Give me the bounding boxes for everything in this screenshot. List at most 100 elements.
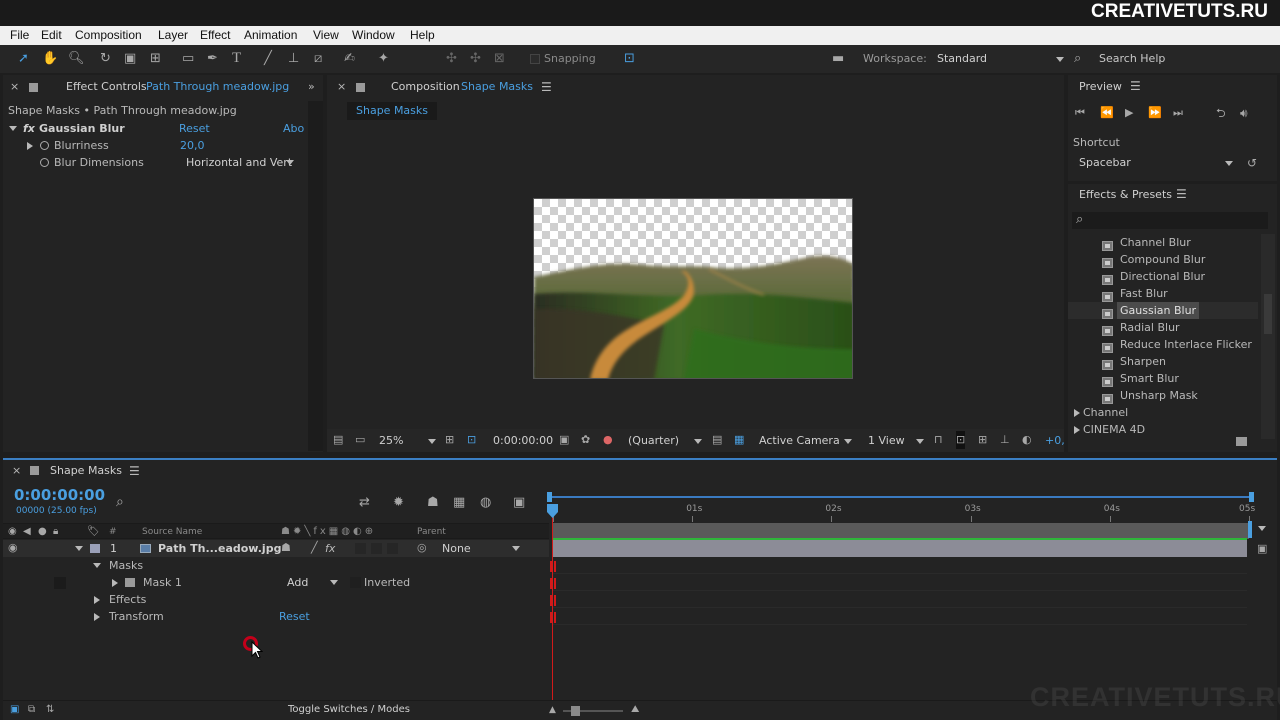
- menu-window[interactable]: Window: [352, 26, 395, 45]
- playhead-handle[interactable]: [547, 504, 558, 518]
- eraser-tool-icon[interactable]: ⧄: [314, 50, 322, 68]
- zoom-in-icon[interactable]: ⛰: [631, 701, 639, 719]
- transform-reset-link[interactable]: Reset: [279, 608, 310, 625]
- hand-tool-icon[interactable]: ✋: [42, 50, 58, 68]
- zoom-time-icon[interactable]: [1258, 526, 1266, 531]
- fx-switch[interactable]: fx: [325, 540, 335, 557]
- mask-mode-dropdown-icon[interactable]: [330, 580, 338, 585]
- mask-mode-select[interactable]: Add: [287, 574, 308, 591]
- resolution-dropdown-icon[interactable]: [694, 439, 702, 444]
- transform-expand-icon[interactable]: [94, 613, 100, 621]
- effects-expand-icon[interactable]: [94, 596, 100, 604]
- menu-layer[interactable]: Layer: [158, 26, 188, 45]
- graph-editor-icon[interactable]: ▣: [513, 494, 525, 512]
- lock-icon[interactable]: [356, 83, 365, 92]
- loop-icon[interactable]: ⮌: [1216, 104, 1226, 122]
- panel-overflow-icon[interactable]: »: [308, 75, 315, 99]
- lock-icon[interactable]: [29, 83, 38, 92]
- transform-row[interactable]: Transform Reset: [3, 608, 549, 625]
- transfer-controls-icon[interactable]: ⧉: [28, 701, 35, 719]
- motion-blur-icon[interactable]: ◍: [480, 494, 491, 512]
- exposure-value[interactable]: +0,: [1045, 429, 1065, 452]
- layer-switches-icon[interactable]: ▣: [10, 701, 19, 719]
- blur-dimensions-select[interactable]: Horizontal and Vert: [186, 154, 292, 171]
- toggle-pixel-icon[interactable]: ⊓: [934, 431, 943, 449]
- effects-scroll-thumb[interactable]: [1264, 294, 1272, 334]
- effect-item[interactable]: Channel Blur: [1068, 234, 1258, 251]
- axis-view-icon[interactable]: ⊠: [494, 50, 505, 68]
- flowchart-icon[interactable]: ⊞: [978, 431, 987, 449]
- channel-icon[interactable]: ●: [603, 431, 613, 449]
- camera-tool-icon[interactable]: ▣: [124, 50, 136, 68]
- draft3d-toggle-icon[interactable]: ✹: [393, 494, 404, 512]
- mask1-row[interactable]: Mask 1 Add Inverted: [3, 574, 549, 591]
- effect-category[interactable]: CINEMA 4D: [1068, 421, 1258, 438]
- always-preview-icon[interactable]: ▤: [333, 431, 343, 449]
- pick-whip-icon[interactable]: ◎: [417, 539, 427, 557]
- effect-item[interactable]: Compound Blur: [1068, 251, 1258, 268]
- shy-layers-icon[interactable]: ☗: [427, 494, 439, 512]
- navigator-start-handle[interactable]: [547, 492, 552, 502]
- effect-item[interactable]: Directional Blur: [1068, 268, 1258, 285]
- workspace-select[interactable]: Standard: [937, 52, 987, 65]
- layer-duration-bar[interactable]: [553, 540, 1247, 557]
- menu-animation[interactable]: Animation: [244, 26, 297, 45]
- fast-previews-icon[interactable]: ▤: [712, 431, 722, 449]
- menu-help[interactable]: Help: [410, 26, 435, 45]
- navigator-end-handle[interactable]: [1249, 492, 1254, 502]
- clone-stamp-tool-icon[interactable]: ⊥: [288, 50, 299, 68]
- close-icon[interactable]: ×: [337, 75, 346, 99]
- mask-color-swatch[interactable]: [125, 578, 135, 587]
- pan-behind-tool-icon[interactable]: ⊞: [150, 50, 161, 68]
- column-source-name[interactable]: Source Name: [142, 524, 202, 540]
- rectangle-tool-icon[interactable]: ▭: [182, 50, 194, 68]
- expand-icon[interactable]: [27, 142, 33, 150]
- monitor-icon[interactable]: ▭: [355, 431, 365, 449]
- previous-frame-icon[interactable]: ⏪: [1100, 104, 1114, 122]
- roto-brush-tool-icon[interactable]: ✍: [344, 50, 355, 68]
- effect-item[interactable]: Fast Blur: [1068, 285, 1258, 302]
- mask1-label[interactable]: Mask 1: [143, 574, 182, 591]
- blurriness-value[interactable]: 20,0: [180, 137, 205, 154]
- resolution-select[interactable]: (Quarter): [628, 429, 679, 452]
- axis-local-icon[interactable]: ✣: [446, 50, 457, 68]
- lock-switch-icon[interactable]: 🔒︎: [53, 523, 58, 541]
- effects-scrollbar[interactable]: [1261, 234, 1275, 439]
- label-icon[interactable]: 🏷︎: [87, 523, 100, 541]
- effect-item[interactable]: Unsharp Mask: [1068, 387, 1258, 404]
- shortcut-dropdown-icon[interactable]: [1225, 161, 1233, 166]
- menu-effect[interactable]: Effect: [200, 26, 230, 45]
- solo-switch-icon[interactable]: ●: [38, 523, 47, 541]
- parent-dropdown-icon[interactable]: [512, 546, 520, 551]
- label-color-swatch[interactable]: [90, 544, 100, 553]
- menu-edit[interactable]: Edit: [41, 26, 62, 45]
- panel-menu-icon[interactable]: ☰: [1130, 79, 1141, 93]
- zoom-out-icon[interactable]: ▲: [549, 701, 556, 719]
- brush-tool-icon[interactable]: ╱: [264, 50, 272, 68]
- switch-box[interactable]: [355, 543, 366, 554]
- work-area-end-handle[interactable]: [1248, 521, 1252, 538]
- close-icon[interactable]: ×: [10, 75, 19, 99]
- panel-menu-icon[interactable]: ☰: [129, 460, 140, 482]
- mask1-expand-icon[interactable]: [112, 579, 118, 587]
- puppet-tool-icon[interactable]: ✦: [378, 50, 389, 68]
- play-icon[interactable]: ▶: [1125, 104, 1133, 122]
- frame-blending-icon[interactable]: ▦: [453, 494, 465, 512]
- reset-exposure-icon[interactable]: ◐: [1022, 431, 1032, 449]
- comp-mini-flowchart-icon[interactable]: ⇄: [359, 494, 370, 512]
- zoom-slider-thumb[interactable]: [571, 706, 580, 716]
- effect-item[interactable]: Reduce Interlace Flicker: [1068, 336, 1258, 353]
- search-help-icon[interactable]: ⌕: [1074, 50, 1081, 68]
- comp-viewer[interactable]: [327, 123, 1064, 429]
- camera-dropdown-icon[interactable]: [844, 439, 852, 444]
- show-snapshot-icon[interactable]: ✿: [581, 431, 590, 449]
- audio-switch-icon[interactable]: ◀: [23, 523, 31, 541]
- transparency-grid-icon[interactable]: ▦: [734, 431, 744, 449]
- text-tool-icon[interactable]: T: [232, 49, 241, 67]
- timeline-tab-label[interactable]: Shape Masks: [50, 460, 122, 482]
- timeline-icon[interactable]: ⊥: [1000, 431, 1010, 449]
- eye-icon[interactable]: ◉: [8, 539, 18, 557]
- menu-view[interactable]: View: [313, 26, 339, 45]
- workspace-icon[interactable]: ▬: [832, 50, 844, 68]
- work-area-bar[interactable]: [553, 523, 1249, 539]
